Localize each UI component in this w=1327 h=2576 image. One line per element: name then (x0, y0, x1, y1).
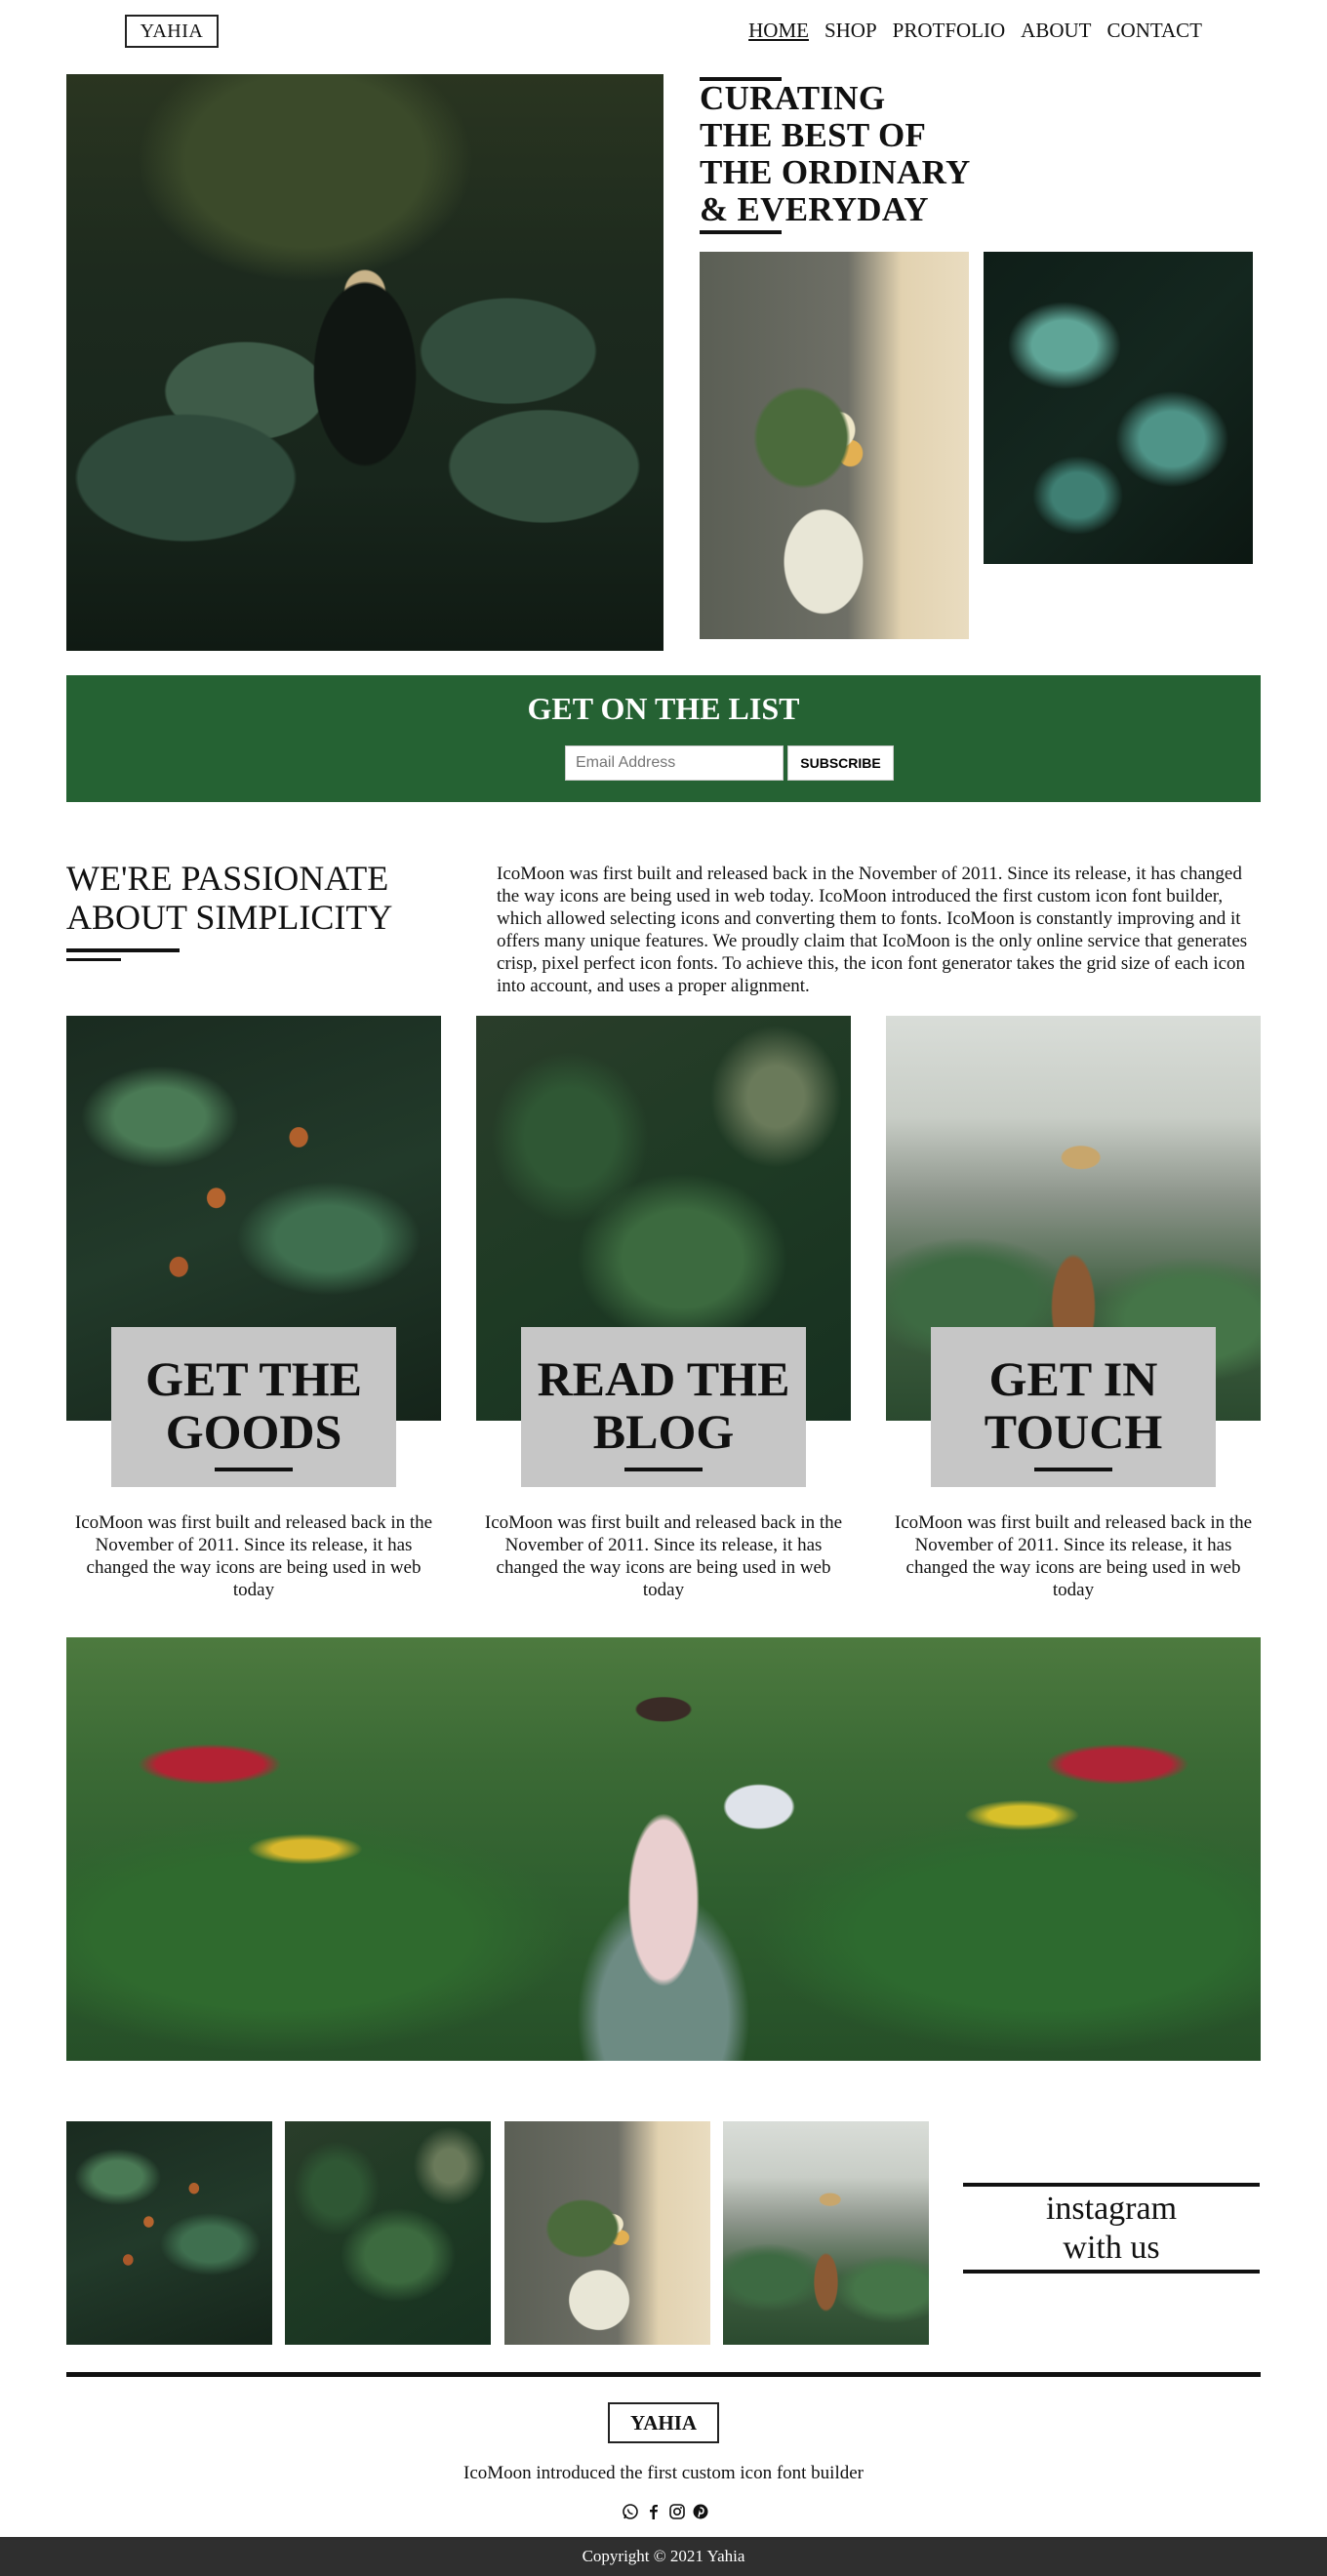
instagram-heading[interactable]: instagram with us (963, 2190, 1260, 2268)
card-title-line: BLOG (592, 1404, 735, 1459)
nav-item-portfolio[interactable]: PROTFOLIO (893, 19, 1006, 43)
card-underline (624, 1468, 703, 1471)
instagram-bottom-rule (963, 2270, 1260, 2274)
passion-underline (66, 948, 180, 952)
nav-item-shop[interactable]: SHOP (824, 19, 877, 43)
nav-item-home[interactable]: HOME (748, 19, 809, 43)
logo[interactable]: YAHIA (125, 15, 219, 48)
passion-underline-short (66, 958, 121, 961)
footer-divider (66, 2372, 1261, 2377)
card-underline (1034, 1468, 1112, 1471)
card-blog-text: IcoMoon was first built and released bac… (484, 1512, 843, 1600)
hero-title-line: & EVERYDAY (700, 190, 929, 228)
instagram-line: instagram (1045, 2191, 1178, 2227)
card-blog-title: READ THE BLOG (521, 1352, 806, 1458)
email-field[interactable] (565, 745, 784, 781)
instagram-thumb[interactable] (285, 2121, 491, 2345)
whatsapp-icon[interactable] (622, 2503, 639, 2520)
nav-menu: HOME SHOP PROTFOLIO ABOUT CONTACT (748, 19, 1202, 43)
pinterest-icon[interactable] (692, 2503, 709, 2520)
card-goods-text: IcoMoon was first built and released bac… (74, 1512, 433, 1600)
card-title-line: TOUCH (984, 1404, 1163, 1459)
plant-pot-photo (700, 252, 969, 639)
top-nav: YAHIA HOME SHOP PROTFOLIO ABOUT CONTACT (0, 0, 1327, 62)
card-title-line: GOODS (165, 1404, 342, 1459)
hero-title: CURATING THE BEST OF THE ORDINARY & EVER… (700, 80, 971, 228)
card-touch-text: IcoMoon was first built and released bac… (894, 1512, 1253, 1600)
card-underline (215, 1468, 293, 1471)
card-goods-label[interactable]: GET THE GOODS (111, 1327, 396, 1487)
greenhouse-banner-photo (66, 1637, 1261, 2061)
instagram-thumb[interactable] (504, 2121, 710, 2345)
passion-title-line: WE'RE PASSIONATE (66, 859, 389, 898)
hero-title-line: THE ORDINARY (700, 153, 971, 191)
footer-logo[interactable]: YAHIA (608, 2402, 719, 2443)
footer-text: IcoMoon introduced the first custom icon… (463, 2463, 864, 2483)
card-blog-label[interactable]: READ THE BLOG (521, 1327, 806, 1487)
card-touch-label[interactable]: GET IN TOUCH (931, 1327, 1216, 1487)
passion-text: IcoMoon was first built and released bac… (497, 864, 1248, 996)
card-title-line: READ THE (537, 1351, 790, 1406)
instagram-icon[interactable] (668, 2503, 686, 2520)
facebook-icon[interactable] (645, 2503, 663, 2520)
instagram-line: with us (1063, 2230, 1160, 2266)
copyright-bar: Copyright © 2021 Yahia (0, 2537, 1327, 2576)
subscribe-button[interactable]: SUBSCRIBE (787, 745, 894, 781)
passion-title: WE'RE PASSIONATE ABOUT SIMPLICITY (66, 859, 392, 937)
nav-item-contact[interactable]: CONTACT (1107, 19, 1202, 43)
spruce-photo (984, 252, 1253, 564)
instagram-thumb[interactable] (723, 2121, 929, 2345)
social-links (622, 2503, 709, 2520)
hero-title-bottom-rule (700, 230, 782, 234)
card-goods-title: GET THE GOODS (111, 1352, 396, 1458)
instagram-thumb[interactable] (66, 2121, 272, 2345)
card-title-line: GET THE (145, 1351, 362, 1406)
instagram-top-rule (963, 2183, 1260, 2187)
passion-title-line: ABOUT SIMPLICITY (66, 898, 393, 937)
hero-title-line: THE BEST OF (700, 116, 927, 154)
hero-woman-photo (66, 74, 664, 651)
newsletter-section: GET ON THE LIST SUBSCRIBE (66, 675, 1261, 802)
newsletter-title: GET ON THE LIST (527, 691, 800, 726)
card-touch-title: GET IN TOUCH (931, 1352, 1216, 1458)
card-title-line: GET IN (988, 1351, 1158, 1406)
nav-item-about[interactable]: ABOUT (1021, 19, 1091, 43)
hero-title-line: CURATING (700, 79, 886, 117)
